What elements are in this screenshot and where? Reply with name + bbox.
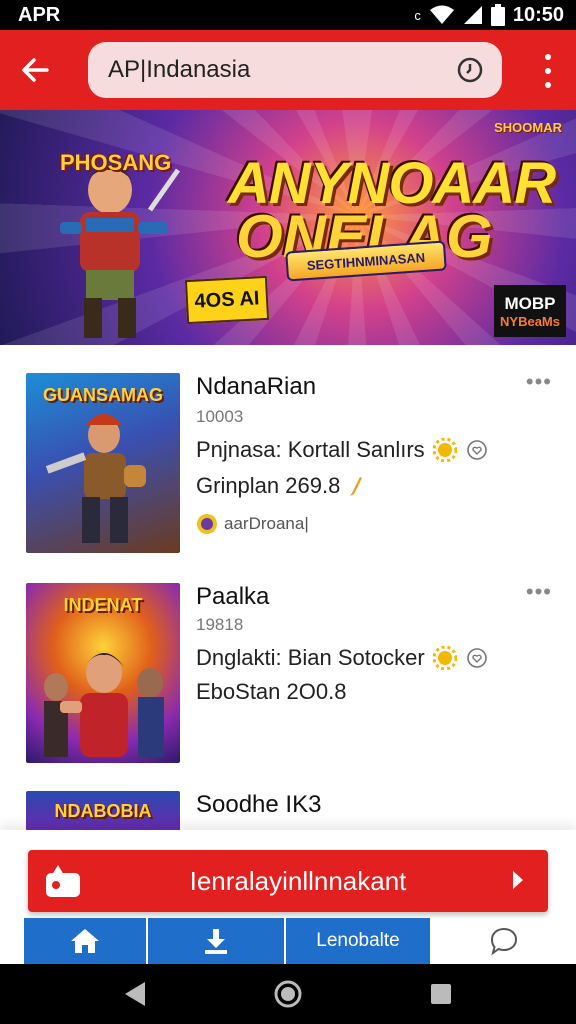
overflow-menu-button[interactable] [538,54,558,88]
developer-avatar-icon [197,514,217,534]
clock-search-icon[interactable] [456,56,484,84]
status-bar: APR c 10:50 [0,0,576,30]
home-icon [71,929,99,953]
heart-outline-icon[interactable] [465,646,489,670]
banner-logo: PHOSANG [60,150,172,175]
thumbnail-label: INDENAT [63,595,143,615]
nav-recents-icon[interactable] [429,982,453,1006]
app-thumbnail[interactable]: NDABOBIA [26,791,180,831]
app-description: Dnglakti: Bian Sotocker [196,645,489,671]
description-text: Pnjnasa: Kortall Sanlırs [196,437,425,462]
banner-card-line2: NYBeaMs [500,313,560,329]
app-subtitle: 19818 [196,615,244,634]
hero-character-illustration [60,165,180,338]
tab-chat[interactable] [432,918,576,964]
app-version-line: Grinplan 269.8 [196,473,364,499]
nav-home-icon[interactable] [273,979,303,1009]
banner-badge: SHOOMAR [494,120,562,135]
banner-card: MOBP NYBeaMs [494,285,566,337]
pencil-icon [350,477,363,496]
dot-icon [545,54,551,60]
status-small-text: c [414,7,421,23]
app-thumbnail[interactable]: INDENAT [26,583,180,763]
developer-row: aarDroana| [196,513,309,535]
system-nav-bar [0,964,576,1024]
back-button[interactable] [0,30,70,110]
clock: 10:50 [512,3,564,26]
version-text: Grinplan 269.8 [196,473,341,498]
search-input-value[interactable]: AP|Indanasia [108,56,250,84]
chevron-right-icon [513,871,523,889]
battery-icon [490,4,505,26]
signal-icon [463,6,482,24]
carrier-label: APR [18,3,61,26]
search-field[interactable]: AP|Indanasia [88,42,502,98]
banner-card-line1: MOBP [504,293,556,313]
sun-icon [432,438,457,462]
nav-back-icon[interactable] [123,980,147,1008]
sun-icon [432,646,457,670]
developer-name: aarDroana| [224,514,309,533]
version-text: EboStan 2O0.8 [196,679,347,704]
promo-banner[interactable]: PHOSANG SHOOMAR ANYNOAAR ONELAG SEGTIHNM… [0,110,576,345]
chat-icon [490,927,518,956]
app-top-bar: AP|Indanasia [0,30,576,110]
bottom-tabs: Lenobalte [0,918,576,964]
thumbnail-label: NDABOBIA [54,801,152,821]
thumbs-up-icon [46,865,80,897]
banner-tag: 4OS AI [184,275,270,325]
dot-icon [545,68,551,74]
thumbnail-label: GUANSAMAG [43,385,163,405]
status-icons: c 10:50 [414,4,564,27]
app-version-line: EboStan 2O0.8 [196,679,346,705]
dot-icon [545,82,551,88]
wifi-icon [429,5,454,24]
item-more-icon[interactable]: ••• [526,579,552,605]
tab-download[interactable] [148,918,286,964]
install-button-label: Ienralayinllnnakant [189,865,407,896]
back-arrow-icon [22,58,49,82]
app-title[interactable]: Paalka [196,583,269,611]
tab-home[interactable] [24,918,148,964]
app-description: Pnjnasa: Kortall Sanlırs [196,437,489,463]
app-thumbnail[interactable]: GUANSAMAG [26,373,180,553]
heart-outline-icon[interactable] [465,438,489,462]
app-title[interactable]: NdanaRian [196,373,316,401]
item-more-icon[interactable]: ••• [526,369,552,395]
tab-label-text: Lenobalte [316,930,400,951]
tabs-left-gap [0,918,24,964]
app-title[interactable]: Soodhe IK3 [196,791,321,819]
install-button[interactable]: Ienralayinllnnakant [28,850,548,912]
tab-label[interactable]: Lenobalte [286,918,432,964]
download-icon [205,929,227,954]
description-text: Dnglakti: Bian Sotocker [196,645,425,670]
app-subtitle: 10003 [196,407,244,426]
install-bar: Ienralayinllnnakant [0,830,576,922]
